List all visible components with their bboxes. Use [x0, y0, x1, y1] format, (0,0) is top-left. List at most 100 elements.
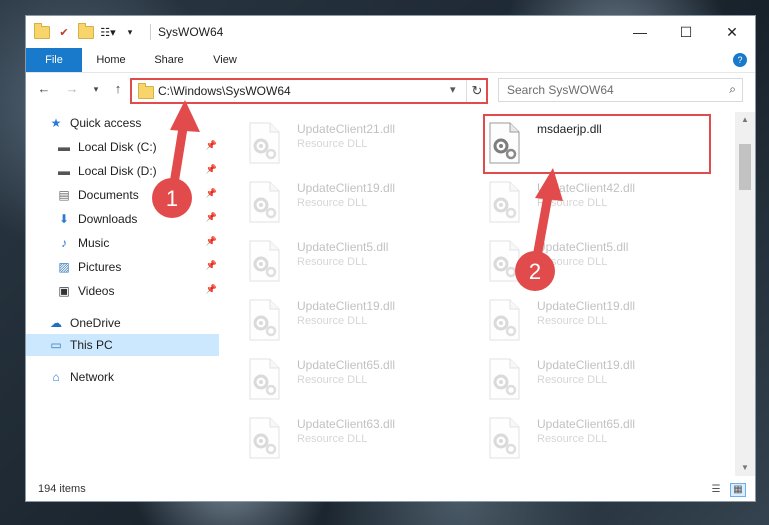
star-icon: ★ — [50, 116, 62, 130]
sidebar-item-label: Pictures — [78, 260, 122, 274]
search-input[interactable]: Search SysWOW64 ⌕ — [498, 78, 743, 102]
sidebar-item-this-pc[interactable]: ▭ This PC — [26, 334, 219, 356]
dll-file-icon — [487, 417, 521, 459]
file-type: Resource DLL — [537, 256, 608, 268]
file-name: UpdateClient65.dll — [537, 417, 636, 431]
up-arrow-icon[interactable]: ↑ — [110, 81, 126, 97]
folder-icon — [34, 22, 50, 40]
scroll-down-icon[interactable]: ▼ — [735, 460, 755, 476]
sidebar-item-network[interactable]: ⌂ Network — [26, 366, 219, 388]
tab-file[interactable]: File — [26, 48, 82, 72]
address-bar[interactable]: C:\Windows\SysWOW64 ▾ ↻ — [130, 78, 488, 104]
file-name: UpdateClient19.dll — [537, 358, 636, 372]
details-view-icon[interactable]: ☰ — [708, 483, 724, 497]
vertical-scrollbar[interactable]: ▲ ▼ — [735, 112, 755, 476]
sidebar-item-label: Downloads — [78, 212, 138, 226]
sidebar-item-label: Local Disk (D:) — [78, 164, 157, 178]
customize-toolbar-icon[interactable]: ☷▾ — [100, 24, 116, 40]
sidebar-item-downloads[interactable]: ⬇ Downloads 📌 — [26, 208, 219, 230]
back-arrow-icon[interactable]: ← — [36, 81, 52, 97]
pin-icon: 📌 — [205, 140, 217, 150]
recent-locations-icon[interactable]: ▾ — [88, 81, 104, 97]
sidebar-item-documents[interactable]: ▤ Documents 📌 — [26, 184, 219, 206]
file-type: Resource DLL — [297, 256, 368, 268]
sidebar-item-label: Quick access — [70, 116, 142, 130]
file-item[interactable]: UpdateClient19.dll Resource DLL — [241, 175, 479, 231]
sidebar-item-label: Videos — [78, 284, 115, 298]
file-item[interactable]: UpdateClient21.dll Resource DLL — [241, 116, 479, 172]
folder-icon — [138, 83, 154, 99]
refresh-icon[interactable]: ↻ — [466, 80, 487, 102]
file-type: Resource DLL — [297, 197, 368, 209]
file-type: Resource DLL — [537, 197, 608, 209]
title-bar: ✔ ☷▾ ▾ SysWOW64 — ☐ ✕ — [26, 16, 755, 48]
file-item[interactable]: UpdateClient42.dll Resource DLL — [481, 175, 719, 231]
dll-file-icon — [247, 299, 281, 341]
maximize-button[interactable]: ☐ — [663, 16, 709, 48]
file-highlight-box — [483, 114, 711, 174]
dll-file-icon — [487, 181, 521, 223]
address-dropdown-icon[interactable]: ▾ — [450, 83, 456, 96]
file-name: UpdateClient5.dll — [297, 240, 389, 254]
item-count: 194 items — [38, 483, 86, 495]
computer-icon: ▭ — [50, 338, 62, 352]
download-icon: ⬇ — [58, 212, 70, 226]
sidebar-item-videos[interactable]: ▣ Videos 📌 — [26, 280, 219, 302]
sidebar-item-label: Network — [70, 370, 115, 384]
file-name: UpdateClient65.dll — [297, 358, 396, 372]
file-name: UpdateClient19.dll — [297, 299, 396, 313]
minimize-button[interactable]: — — [617, 16, 663, 48]
file-name: UpdateClient21.dll — [297, 122, 396, 136]
file-name: UpdateClient5.dll — [537, 240, 629, 254]
file-item[interactable]: UpdateClient65.dll Resource DLL — [241, 352, 479, 408]
pictures-icon: ▨ — [58, 260, 70, 274]
drive-icon: ▬ — [58, 140, 70, 154]
sidebar-item-label: This PC — [70, 338, 113, 352]
close-button[interactable]: ✕ — [709, 16, 755, 48]
pin-icon: 📌 — [205, 164, 217, 174]
sidebar-item-local-disk-c[interactable]: ▬ Local Disk (C:) 📌 — [26, 136, 219, 158]
toolbar-dropdown-icon[interactable]: ▾ — [122, 24, 138, 40]
navigation-bar: ← → ▾ ↑ C:\Windows\SysWOW64 ▾ ↻ Search S… — [26, 73, 755, 105]
documents-icon: ▤ — [58, 188, 70, 202]
file-item[interactable]: UpdateClient5.dll Resource DLL — [481, 234, 719, 290]
large-icons-view-icon[interactable]: ▦ — [730, 483, 746, 497]
search-placeholder: Search SysWOW64 — [507, 83, 614, 97]
ribbon: File Home Share View ? — [26, 48, 755, 73]
file-item[interactable]: UpdateClient19.dll Resource DLL — [481, 352, 719, 408]
tab-share[interactable]: Share — [144, 48, 194, 72]
file-explorer-window: ✔ ☷▾ ▾ SysWOW64 — ☐ ✕ File Home Share Vi… — [26, 16, 755, 501]
sidebar-item-label: Local Disk (C:) — [78, 140, 157, 154]
properties-icon[interactable]: ✔ — [56, 24, 72, 40]
file-name: UpdateClient19.dll — [537, 299, 636, 313]
scroll-up-icon[interactable]: ▲ — [735, 112, 755, 128]
dll-file-icon — [247, 122, 281, 164]
window-title: SysWOW64 — [158, 25, 224, 39]
sidebar-item-local-disk-d[interactable]: ▬ Local Disk (D:) 📌 — [26, 160, 219, 182]
file-type: Resource DLL — [297, 138, 368, 150]
file-type: Resource DLL — [297, 315, 368, 327]
music-icon: ♪ — [61, 236, 67, 250]
sidebar-item-onedrive[interactable]: ☁ OneDrive — [26, 312, 219, 334]
sidebar-item-pictures[interactable]: ▨ Pictures 📌 — [26, 256, 219, 278]
sidebar-item-quick-access[interactable]: ★ Quick access — [26, 112, 219, 134]
drive-icon: ▬ — [58, 164, 70, 178]
file-item[interactable]: UpdateClient19.dll Resource DLL — [241, 293, 479, 349]
forward-arrow-icon[interactable]: → — [64, 81, 80, 97]
file-name: UpdateClient42.dll — [537, 181, 636, 195]
tab-view[interactable]: View — [200, 48, 250, 72]
file-item[interactable]: UpdateClient19.dll Resource DLL — [481, 293, 719, 349]
file-type: Resource DLL — [297, 433, 368, 445]
videos-icon: ▣ — [58, 284, 70, 298]
dll-file-icon — [247, 358, 281, 400]
search-icon: ⌕ — [729, 82, 736, 96]
scrollbar-thumb[interactable] — [739, 144, 751, 190]
network-icon: ⌂ — [52, 370, 60, 384]
file-item[interactable]: UpdateClient63.dll Resource DLL — [241, 411, 479, 467]
sidebar-item-music[interactable]: ♪ Music 📌 — [26, 232, 219, 254]
file-item[interactable]: UpdateClient65.dll Resource DLL — [481, 411, 719, 467]
file-item[interactable]: UpdateClient5.dll Resource DLL — [241, 234, 479, 290]
new-folder-icon[interactable] — [78, 22, 94, 40]
tab-home[interactable]: Home — [86, 48, 136, 72]
help-icon[interactable]: ? — [733, 53, 747, 67]
